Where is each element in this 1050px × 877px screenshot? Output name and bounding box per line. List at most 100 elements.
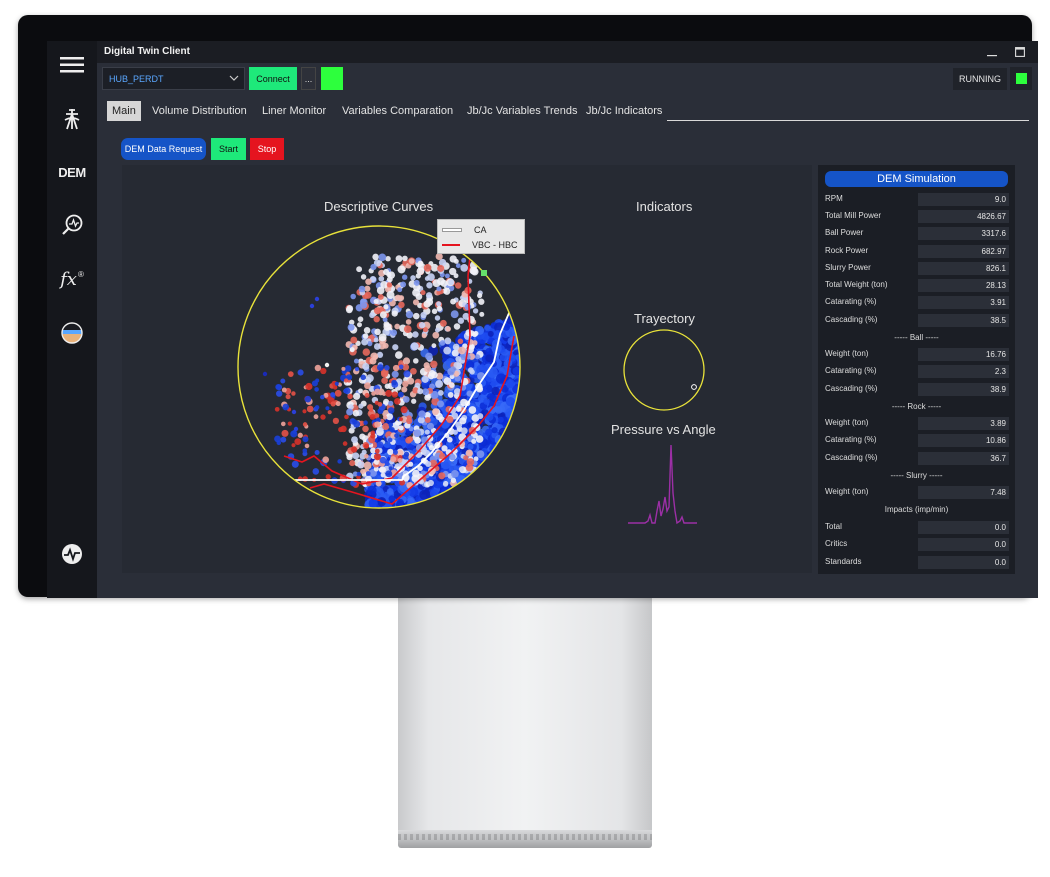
particle [426,282,433,289]
particle [459,417,467,425]
tab-jbjc-variables-trends[interactable]: Jb/Jc Variables Trends [462,101,582,121]
tab-jbjc-indicators[interactable]: Jb/Jc Indicators [581,101,667,121]
particle [447,367,455,376]
particle [437,389,444,396]
particle [417,388,424,395]
particle [466,458,475,466]
particle [356,266,363,273]
particle [444,273,450,279]
particle [395,351,403,359]
mill-tower-icon[interactable] [56,103,88,135]
particle [312,468,320,475]
particle [486,366,498,378]
particle [391,310,398,317]
start-button[interactable]: Start [211,138,246,160]
particle [450,477,457,483]
particle [302,476,308,482]
tab-liner-monitor[interactable]: Liner Monitor [257,101,331,121]
particle [287,371,294,377]
particle [294,438,302,445]
particle [377,364,384,371]
particle [302,422,308,427]
monitor-bezel: DEM fx ® Digital Twin Client HUB_PERDT C… [18,15,1038,598]
pressure-vs-angle-plot [628,444,697,525]
tab-underline [667,120,1029,121]
dem-row-impacts-critics: Critics 0.0 [825,538,1009,551]
particle [368,407,374,412]
legend-item-ca: CA [442,223,487,237]
particle [439,319,447,327]
connect-button[interactable]: Connect [249,67,297,90]
particle [353,420,361,428]
close-icon[interactable] [1036,43,1038,61]
particle [402,380,409,388]
rock-section-header: ----- Rock ----- [891,402,942,411]
particle [358,388,363,394]
particle [376,286,385,295]
particle [452,429,458,435]
particle [397,287,403,293]
particle [436,400,445,408]
particle [343,378,349,383]
particle [400,281,407,288]
particle [350,336,358,344]
particle [324,362,330,368]
particle [357,461,365,469]
stop-button[interactable]: Stop [250,138,284,160]
menu-icon[interactable] [56,49,88,81]
tab-main[interactable]: Main [107,101,141,121]
hub-select[interactable]: HUB_PERDT [102,67,245,90]
search-chart-icon[interactable] [56,209,88,241]
particle [291,443,296,448]
lifter-marker [481,270,487,276]
dem-row-rock-weight: Weight (ton) 3.89 [825,417,1009,430]
particle [402,357,411,365]
dem-value: 4826.67 [918,210,1009,223]
particle [388,422,394,428]
particle [344,414,349,420]
signal-icon[interactable] [56,538,88,570]
particle [360,374,366,381]
particle [350,293,356,300]
particle [344,365,352,372]
dem-row-rock-power: Rock Power 682.97 [825,245,1009,258]
dem-row-catarating: Catarating (%) 3.91 [825,296,1009,309]
particle [370,433,376,439]
particle [347,393,353,400]
particle [384,365,390,371]
dem-value: 7.48 [918,486,1009,499]
particle [376,441,384,449]
particle [505,397,516,407]
particle [345,306,353,314]
particle [275,383,282,391]
tab-variables-comparation[interactable]: Variables Comparation [337,101,458,121]
particle [410,342,419,351]
particle [413,312,420,320]
particle [394,433,399,439]
tab-volume-distribution[interactable]: Volume Distribution [147,101,252,121]
particle [363,443,370,449]
more-button[interactable]: ... [301,67,316,90]
particle [454,282,462,289]
particle [382,422,390,431]
function-icon[interactable]: fx ® [56,263,88,295]
particle [349,460,356,467]
minimize-icon[interactable] [980,43,1004,61]
particle [390,329,398,336]
particle [297,432,303,438]
dem-data-request-button[interactable]: DEM Data Request [121,138,206,160]
layers-icon[interactable] [56,317,88,349]
dem-icon[interactable]: DEM [56,156,88,188]
particle [483,398,490,405]
particle [437,264,445,272]
particle [443,377,452,385]
maximize-icon[interactable] [1008,43,1032,61]
connection-indicator [321,67,343,90]
particle [351,436,358,444]
particle [418,321,426,329]
particle [401,274,408,280]
particle [413,429,422,438]
particle [398,417,404,422]
dem-value: 10.86 [918,434,1009,447]
particle [293,426,299,432]
